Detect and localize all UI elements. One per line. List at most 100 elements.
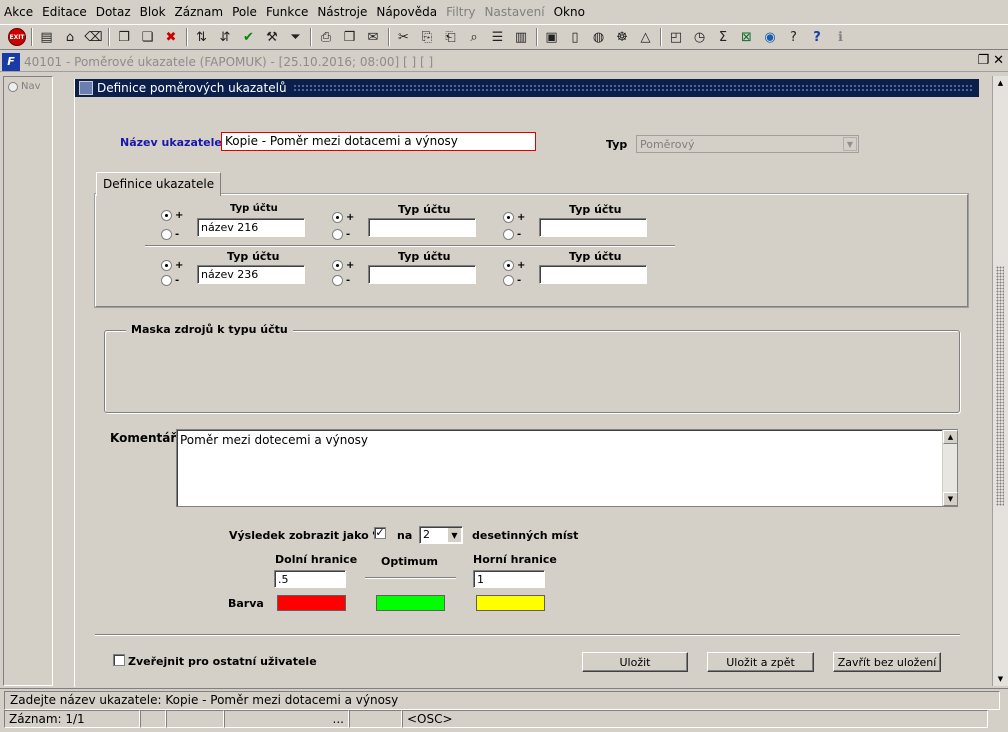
lower-input[interactable]: .5 [274,570,346,588]
menu-zaznam[interactable]: Záznam [175,5,224,19]
name-input[interactable]: Kopie - Poměr mezi dotacemi a výnosy [221,132,536,151]
row2-col2-plus-radio[interactable]: + [332,260,354,271]
print-preview-icon[interactable]: ❒ [340,27,360,47]
calculator-icon[interactable]: ◷ [690,27,710,47]
comment-scrollbar[interactable]: ▲ ▼ [942,430,958,506]
upper-color-swatch[interactable] [476,595,545,611]
chevron-down-icon[interactable]: ▼ [843,137,857,151]
type-select[interactable]: Poměrový ▼ [636,135,859,153]
find-icon[interactable]: ⌕ [464,27,484,47]
upper-input[interactable]: 1 [473,570,545,588]
save-icon[interactable]: ⌂ [60,27,80,47]
close-icon[interactable]: ✕ [993,53,1004,68]
menu-funkce[interactable]: Funkce [266,5,308,19]
menu-okno[interactable]: Okno [554,5,585,19]
nav-item[interactable]: Nav [4,77,52,96]
row1-col3-plus-radio[interactable]: + [503,212,525,223]
scroll-up-icon[interactable]: ▲ [993,76,1008,90]
scroll-down-icon[interactable]: ▼ [993,672,1008,686]
window-buttons: ❐ ✕ [977,53,1004,68]
scroll-down-icon[interactable]: ▼ [943,492,958,506]
row1-col2-minus-radio[interactable]: - [332,229,350,240]
globe-icon[interactable]: ◍ [589,27,609,47]
row1-col3-input[interactable] [539,218,647,237]
row1-col1-plus-radio[interactable]: + [161,210,183,221]
save-button[interactable]: Uložit [582,652,688,672]
decimals-value: 2 [423,528,430,541]
status-cell [349,710,402,728]
row2-col2-minus-radio[interactable]: - [332,275,350,286]
row2-col3-plus-radio[interactable]: + [503,260,525,271]
triangle-icon[interactable]: △ [636,27,656,47]
row2-col1-input[interactable]: název 236 [197,265,305,284]
clear-icon[interactable]: ⌫ [84,27,104,47]
menu-pole[interactable]: Pole [232,5,257,19]
save-and-back-button[interactable]: Uložit a zpět [707,652,814,672]
sort-asc-icon[interactable]: ⇅ [192,27,212,47]
main-scrollbar[interactable]: ▲ ▼ [992,76,1008,686]
row2-col3-input[interactable] [539,265,647,284]
menu-editace[interactable]: Editace [42,5,87,19]
row1-col2-plus-radio[interactable]: + [332,212,354,223]
clipboard-icon[interactable]: ▣ [542,27,562,47]
row1-col1-minus-radio[interactable]: - [161,229,179,240]
sum-icon[interactable]: Σ [713,27,733,47]
accept-icon[interactable]: ✔ [239,27,259,47]
list-icon[interactable]: ☰ [488,27,508,47]
paste-icon[interactable]: ⎗ [441,27,461,47]
settings-wheel-icon[interactable]: ☸ [612,27,632,47]
info-icon[interactable]: ℹ [831,27,851,47]
columns-icon[interactable]: ▥ [511,27,531,47]
cut-icon[interactable]: ✂ [394,27,414,47]
query-icon[interactable]: ❐ [114,27,134,47]
tools-icon[interactable]: ⚒ [262,27,282,47]
radio-icon [503,229,514,240]
window-title: 40101 - Poměrové ukazatele (FAPOMUK) - [… [24,54,434,69]
scroll-grip[interactable] [996,266,1004,506]
restore-icon[interactable]: ❐ [977,53,989,68]
row1-col1-input[interactable]: název 216 [197,218,305,237]
close-without-saving-button[interactable]: Zavřít bez uložení [833,652,941,672]
row2-col3-minus-radio[interactable]: - [503,275,521,286]
toolbar: EXIT ▤ ⌂ ⌫ ❐ ❏ ✖ ⇅ ⇵ ✔ ⚒ ⏷ ⎙ ❒ ✉ ✂ ⎘ ⎗ ⌕… [0,24,1008,50]
scroll-up-icon[interactable]: ▲ [943,430,958,444]
menu-akce[interactable]: Akce [4,5,33,19]
execute-query-icon[interactable]: ❏ [138,27,158,47]
web-icon[interactable]: ◉ [760,27,780,47]
chevron-down-icon[interactable]: ▼ [448,528,461,542]
comment-textarea[interactable]: Poměr mezi dotecemi a výnosy ▲ ▼ [176,429,958,507]
menu-dotaz[interactable]: Dotaz [96,5,131,19]
row1-col2-input[interactable] [368,218,476,237]
radio-icon [332,212,343,223]
tab-definice-ukazatele[interactable]: Definice ukazatele [96,172,222,196]
print-icon[interactable]: ⎙ [316,27,336,47]
publish-checkbox[interactable] [113,654,125,666]
excel-icon[interactable]: ⊠ [737,27,757,47]
decimals-select[interactable]: 2 ▼ [419,526,463,544]
row2-col2-input[interactable] [368,265,476,284]
exit-icon[interactable]: EXIT [8,28,26,46]
filter-icon[interactable]: ⏷ [286,27,306,47]
mail-icon[interactable]: ✉ [363,27,383,47]
radio-icon [503,212,514,223]
header-pattern [292,84,973,92]
sort-desc-icon[interactable]: ⇵ [215,27,235,47]
row2-col1-plus-radio[interactable]: + [161,260,183,271]
chart-icon[interactable]: ◰ [666,27,686,47]
help-context-icon[interactable]: ? [784,27,804,47]
menu-napoveda[interactable]: Nápověda [376,5,437,19]
copy-icon[interactable]: ⎘ [417,27,437,47]
percent-label: Výsledek zobrazit jako % [229,529,384,542]
menu-blok[interactable]: Blok [140,5,166,19]
row1-col3-minus-radio[interactable]: - [503,229,521,240]
percent-checkbox[interactable]: ✓ [374,527,386,539]
lower-color-swatch[interactable] [277,595,346,611]
left-nav: Nav [3,76,53,686]
delete-icon[interactable]: ✖ [161,27,181,47]
optimum-color-swatch[interactable] [376,595,445,611]
menu-nastroje[interactable]: Nástroje [317,5,367,19]
insert-record-icon[interactable]: ▤ [37,27,57,47]
help-icon[interactable]: ? [807,27,827,47]
document-icon[interactable]: ▯ [565,27,585,47]
row2-col1-minus-radio[interactable]: - [161,275,179,286]
